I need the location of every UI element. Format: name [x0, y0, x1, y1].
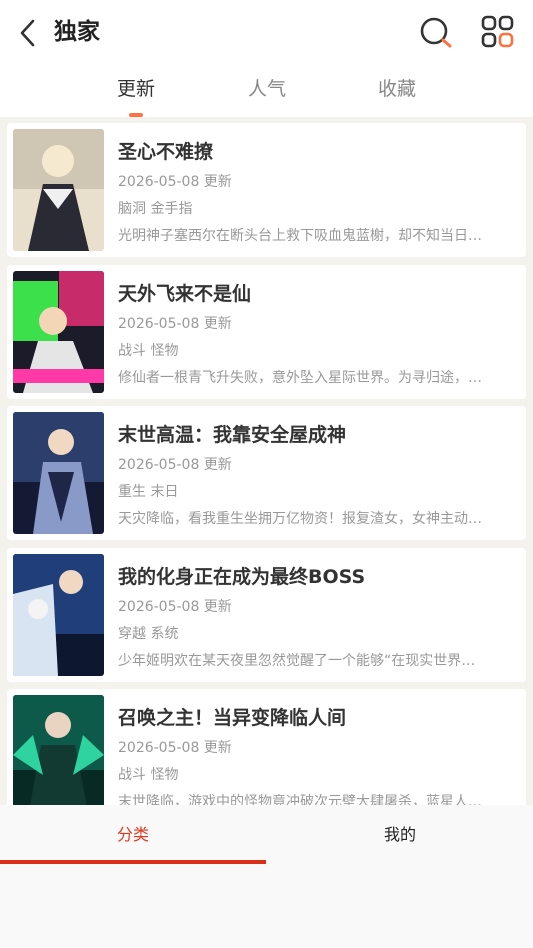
book-card[interactable]: 召唤之主！当异变降临人间 2026-05-08 更新 战斗 怪物 末世降临，游戏… [7, 689, 526, 805]
book-description: 天灾降临，看我重生坐拥万亿物资！报复渣女，女神主动… [118, 511, 482, 527]
book-tags: 战斗 怪物 [118, 343, 179, 359]
book-tags: 脑洞 金手指 [118, 201, 193, 217]
nav-category[interactable]: 分类 [0, 805, 266, 865]
search-button[interactable] [418, 14, 454, 50]
book-cover [13, 271, 104, 393]
book-title: 天外飞来不是仙 [118, 283, 252, 305]
book-description: 少年姬明欢在某天夜里忽然觉醒了一个能够“在现实世界… [118, 653, 476, 669]
bottom-navigation: 分类 我的 [0, 805, 533, 948]
book-title: 我的化身正在成为最终BOSS [118, 566, 366, 588]
book-tags: 战斗 怪物 [118, 767, 179, 783]
page-title: 独家 [54, 19, 100, 45]
book-cover [13, 695, 104, 805]
book-tags: 重生 末日 [118, 484, 179, 500]
book-title: 召唤之主！当异变降临人间 [118, 707, 347, 729]
tab-update[interactable]: 更新 [96, 74, 176, 104]
book-title: 圣心不难撩 [118, 141, 214, 163]
back-button[interactable] [14, 16, 44, 50]
book-update-date: 2026-05-08 更新 [118, 174, 232, 190]
book-update-date: 2026-05-08 更新 [118, 599, 232, 615]
book-description: 末世降临，游戏中的怪物竟冲破次元壁大肆屠杀，蓝星人… [118, 794, 482, 805]
book-cover [13, 412, 104, 534]
grid-icon [481, 15, 514, 48]
book-list[interactable]: 圣心不难撩 2026-05-08 更新 脑洞 金手指 光明神子塞西尔在断头台上救… [0, 117, 533, 805]
chevron-left-icon [20, 19, 35, 47]
book-cover [13, 129, 104, 251]
book-card[interactable]: 圣心不难撩 2026-05-08 更新 脑洞 金手指 光明神子塞西尔在断头台上救… [7, 123, 526, 257]
book-title: 末世高温：我靠安全屋成神 [118, 424, 347, 446]
tab-popular[interactable]: 人气 [227, 74, 307, 104]
tab-favorites[interactable]: 收藏 [357, 74, 437, 104]
book-description: 修仙者一根青飞升失败，意外坠入星际世界。为寻归途，… [118, 370, 482, 386]
book-update-date: 2026-05-08 更新 [118, 740, 232, 756]
book-card[interactable]: 末世高温：我靠安全屋成神 2026-05-08 更新 重生 末日 天灾降临，看我… [7, 406, 526, 540]
book-tags: 穿越 系统 [118, 626, 179, 642]
book-update-date: 2026-05-08 更新 [118, 316, 232, 332]
book-cover [13, 554, 104, 676]
book-description: 光明神子塞西尔在断头台上救下吸血鬼蓝榭，却不知当日… [118, 228, 482, 244]
tab-bar: 更新 人气 收藏 [0, 74, 533, 117]
header: 独家 更新 人气 收藏 [0, 0, 533, 117]
nav-indicator [0, 860, 266, 864]
book-card[interactable]: 我的化身正在成为最终BOSS 2026-05-08 更新 穿越 系统 少年姬明欢… [7, 548, 526, 682]
grid-menu-button[interactable] [480, 14, 516, 50]
nav-mine[interactable]: 我的 [267, 805, 533, 865]
book-update-date: 2026-05-08 更新 [118, 457, 232, 473]
book-card[interactable]: 天外飞来不是仙 2026-05-08 更新 战斗 怪物 修仙者一根青飞升失败，意… [7, 265, 526, 399]
search-icon [420, 17, 452, 48]
